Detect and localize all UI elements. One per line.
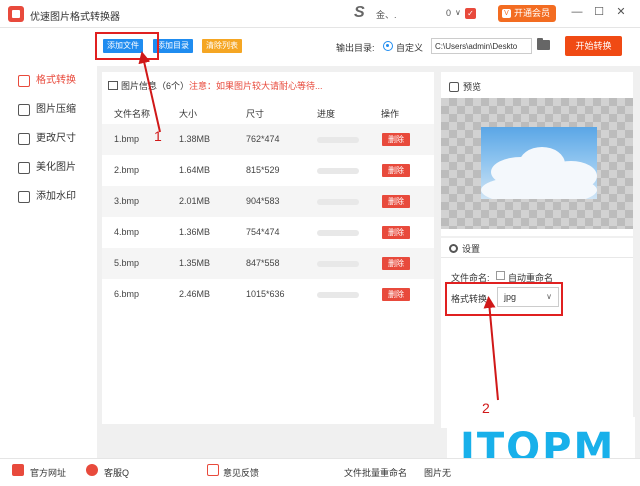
batch-rename-link[interactable]: 文件批量重命名 — [344, 466, 407, 479]
feedback-icon — [207, 464, 219, 476]
annotation-number-1: 1 — [154, 128, 162, 144]
annotation-number-2: 2 — [482, 400, 490, 416]
website-icon — [12, 464, 24, 476]
image-tool-link[interactable]: 图片无 — [424, 466, 451, 479]
service-icon — [86, 464, 98, 476]
service-link[interactable]: 客服Q — [104, 466, 129, 479]
website-link[interactable]: 官方网址 — [30, 466, 66, 479]
feedback-link[interactable]: 意见反馈 — [223, 466, 259, 479]
annotation-arrows — [138, 51, 499, 401]
arrow-2 — [483, 296, 499, 401]
arrow-1 — [138, 51, 161, 133]
